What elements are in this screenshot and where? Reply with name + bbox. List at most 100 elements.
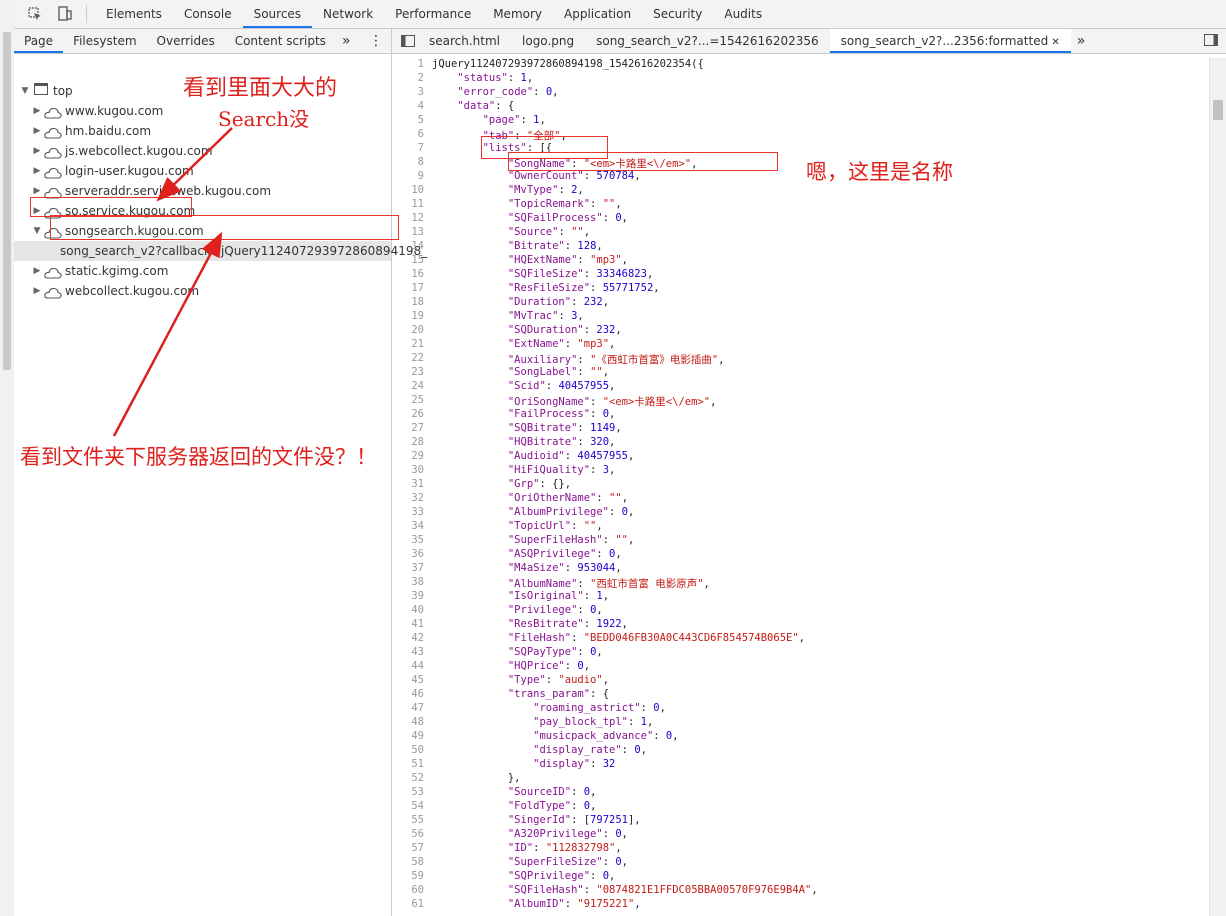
navigator-pane: Page Filesystem Overrides Content scripts »… bbox=[14, 29, 427, 916]
code-line: "page": 1, bbox=[482, 114, 546, 126]
outer-scrollbar-thumb[interactable] bbox=[3, 32, 11, 370]
navigator-tab-content-scripts[interactable]: Content scripts bbox=[225, 29, 336, 53]
expanded-arrow-icon[interactable]: ▼ bbox=[20, 81, 30, 101]
outer-scrollbar[interactable] bbox=[0, 0, 15, 916]
code-line: "IsOriginal": 1, bbox=[507, 590, 610, 602]
tab-performance[interactable]: Performance bbox=[384, 0, 482, 28]
editor-scrollbar-thumb[interactable] bbox=[1213, 100, 1223, 120]
tree-item-label: top bbox=[53, 84, 73, 98]
toggle-navigator-icon[interactable] bbox=[398, 29, 418, 53]
line-number: 27 bbox=[411, 422, 424, 434]
code-line: "error_code": 0, bbox=[457, 86, 559, 98]
code-line: "musicpack_advance": 0, bbox=[533, 730, 679, 742]
navigator-tab-page[interactable]: Page bbox=[14, 29, 64, 53]
cloud-icon bbox=[44, 145, 62, 159]
code-line: "Grp": {}, bbox=[507, 478, 572, 490]
tree-item-label: login-user.kugou.com bbox=[65, 164, 194, 178]
tree-item[interactable]: ▶ login-user.kugou.com bbox=[32, 161, 194, 181]
line-number: 56 bbox=[411, 828, 424, 840]
line-number: 47 bbox=[411, 702, 424, 714]
code-line: "MvType": 2, bbox=[507, 184, 584, 196]
device-toolbar-icon[interactable] bbox=[56, 5, 74, 23]
tab-application[interactable]: Application bbox=[553, 0, 642, 28]
line-number: 43 bbox=[411, 646, 424, 658]
line-number: 60 bbox=[411, 884, 424, 896]
collapsed-arrow-icon[interactable]: ▶ bbox=[32, 121, 42, 141]
tree-item[interactable]: ▶ hm.baidu.com bbox=[32, 121, 151, 141]
inspect-element-icon[interactable] bbox=[26, 5, 44, 23]
annotation-search-line2: Search没 bbox=[218, 107, 310, 131]
close-tab-icon[interactable]: ✕ bbox=[1048, 37, 1059, 48]
line-number: 20 bbox=[411, 324, 424, 336]
code-line: "ResFileSize": 55771752, bbox=[507, 282, 660, 294]
annotation-search-line1: 看到里面大大的 bbox=[183, 76, 338, 101]
editor-tab[interactable]: song_search_v2?...2356:formatted ✕ bbox=[829, 29, 1071, 53]
line-number: 3 bbox=[417, 86, 424, 98]
code-line: "trans_param": { bbox=[507, 688, 610, 700]
navigator-tab-filesystem[interactable]: Filesystem bbox=[63, 29, 146, 53]
code-line: "SuperFileSize": 0, bbox=[507, 856, 628, 868]
more-tabs-icon[interactable]: » bbox=[342, 33, 351, 49]
navigator-menu-icon[interactable]: ⋮ bbox=[369, 29, 383, 53]
code-line: "ID": "112832798", bbox=[507, 842, 622, 854]
editor-tab[interactable]: search.html bbox=[418, 29, 511, 53]
editor-tab[interactable]: song_search_v2?...=1542616202356 bbox=[585, 29, 830, 53]
code-line: "Bitrate": 128, bbox=[507, 240, 603, 252]
line-number: 51 bbox=[411, 758, 424, 770]
line-number: 48 bbox=[411, 716, 424, 728]
tree-item-label: webcollect.kugou.com bbox=[65, 284, 200, 298]
line-number: 8 bbox=[417, 156, 424, 168]
code-line: "Privilege": 0, bbox=[507, 604, 603, 616]
code-editor[interactable]: 1 jQuery112407293972860894198_15426162023… bbox=[392, 58, 1208, 916]
tab-security[interactable]: Security bbox=[642, 0, 713, 28]
expanded-arrow-icon[interactable]: ▼ bbox=[32, 221, 42, 241]
tree-item[interactable]: ▶ www.kugou.com bbox=[32, 101, 163, 121]
editor-tab[interactable]: logo.png bbox=[511, 29, 585, 53]
collapsed-arrow-icon[interactable]: ▶ bbox=[32, 161, 42, 181]
line-number: 29 bbox=[411, 450, 424, 462]
code-line: "HQPrice": 0, bbox=[507, 660, 591, 672]
line-number: 14 bbox=[411, 240, 424, 252]
highlight-songname-line bbox=[508, 152, 778, 171]
collapsed-arrow-icon[interactable]: ▶ bbox=[32, 281, 42, 301]
frame-icon bbox=[34, 81, 48, 101]
code-line: "HiFiQuality": 3, bbox=[507, 464, 616, 476]
line-number: 22 bbox=[411, 352, 424, 364]
editor-scrollbar[interactable] bbox=[1209, 58, 1226, 916]
tree-item[interactable]: ▶ js.webcollect.kugou.com bbox=[32, 141, 213, 161]
code-line: "AlbumPrivilege": 0, bbox=[507, 506, 635, 518]
cloud-icon bbox=[44, 165, 62, 179]
code-line: "FileHash": "BEDD046FB30A0C443CD6F854574… bbox=[507, 632, 805, 644]
cloud-icon bbox=[44, 285, 62, 299]
line-number: 24 bbox=[411, 380, 424, 392]
line-number: 25 bbox=[411, 394, 424, 406]
tree-item[interactable]: ▶ webcollect.kugou.com bbox=[32, 281, 199, 301]
tree-item[interactable]: ▶ static.kgimg.com bbox=[32, 261, 168, 281]
more-editor-tabs-icon[interactable]: » bbox=[1077, 33, 1086, 49]
code-line: "OriOtherName": "", bbox=[507, 492, 629, 504]
collapsed-arrow-icon[interactable]: ▶ bbox=[32, 101, 42, 121]
code-line: "TopicUrl": "", bbox=[507, 520, 603, 532]
code-line: "HQBitrate": 320, bbox=[507, 436, 616, 448]
code-line: "SingerId": [797251], bbox=[507, 814, 641, 826]
editor-tab-label: logo.png bbox=[522, 34, 575, 48]
editor-tab-label: song_search_v2?...=1542616202356 bbox=[596, 34, 819, 48]
line-number: 21 bbox=[411, 338, 424, 350]
collapsed-arrow-icon[interactable]: ▶ bbox=[32, 141, 42, 161]
code-line: "A320Privilege": 0, bbox=[507, 828, 628, 840]
code-line: "SQBitrate": 1149, bbox=[507, 422, 622, 434]
tab-sources[interactable]: Sources bbox=[242, 0, 313, 28]
tree-file-item[interactable]: song_search_v2?callback=jQuery1124072939… bbox=[14, 241, 427, 261]
tab-memory[interactable]: Memory bbox=[482, 0, 553, 28]
code-line: "FoldType": 0, bbox=[507, 800, 597, 812]
toggle-debugger-icon[interactable] bbox=[1204, 34, 1218, 46]
tab-network[interactable]: Network bbox=[312, 0, 384, 28]
tab-audits[interactable]: Audits bbox=[713, 0, 773, 28]
code-line: "SuperFileHash": "", bbox=[507, 534, 635, 546]
collapsed-arrow-icon[interactable]: ▶ bbox=[32, 261, 42, 281]
tab-elements[interactable]: Elements bbox=[95, 0, 173, 28]
tree-item[interactable]: ▼ top bbox=[20, 81, 73, 101]
navigator-tab-overrides[interactable]: Overrides bbox=[147, 29, 225, 53]
tab-console[interactable]: Console bbox=[173, 0, 243, 28]
code-line: "OriSongName": "<em>卡路里<\/em>", bbox=[507, 396, 717, 408]
